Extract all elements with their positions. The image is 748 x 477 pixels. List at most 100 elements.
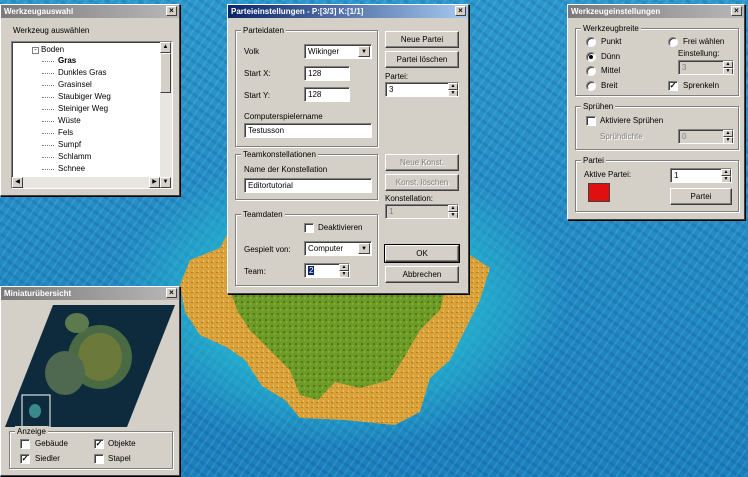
collapse-icon[interactable]: - (32, 47, 39, 54)
party-settings-dialog: Parteieinstellungen - P:[3/3] K:[1/1] × P… (227, 4, 469, 294)
tree-item[interactable]: Steiniger Weg (58, 104, 108, 114)
tree-item[interactable]: Gras (58, 56, 76, 66)
tree-connector (42, 145, 54, 146)
ok-button[interactable]: OK (384, 244, 460, 263)
radio-frei[interactable] (668, 37, 678, 47)
radio-punkt-label: Punkt (601, 37, 622, 46)
buildings-checkbox[interactable] (20, 439, 30, 449)
party-number-stepper[interactable]: 3 ▲ ▼ (385, 82, 459, 97)
close-icon[interactable]: × (731, 6, 742, 16)
delete-const-button[interactable]: Konst. löschen (385, 174, 459, 191)
close-icon[interactable]: × (166, 288, 177, 298)
startx-input[interactable]: 128 (304, 66, 350, 81)
tree-scrollbar[interactable]: ▲ ▼ (160, 42, 172, 188)
scroll-up-icon[interactable]: ▲ (160, 42, 171, 53)
team-stepper[interactable]: 2 ▲ ▼ (304, 263, 350, 278)
radio-mittel[interactable] (586, 66, 596, 76)
tree-item[interactable]: Schnee (58, 164, 85, 174)
spin-buttons[interactable]: ▲ ▼ (721, 169, 731, 182)
minimap-view[interactable] (5, 303, 175, 428)
spin-up-icon[interactable]: ▲ (723, 130, 733, 137)
spin-down-icon[interactable]: ▼ (448, 212, 458, 218)
tree-connector (42, 121, 54, 122)
scroll-right-icon[interactable]: ▶ (149, 177, 160, 188)
tool-settings-titlebar[interactable]: Werkzeugeinstellungen × (568, 5, 744, 18)
delete-party-button[interactable]: Partei löschen (385, 51, 459, 68)
scroll-left-icon[interactable]: ◀ (12, 177, 23, 188)
einstellung-stepper[interactable]: 3 ▲ ▼ (678, 60, 734, 75)
tree-item[interactable]: Grasinsel (58, 80, 92, 90)
chevron-down-icon[interactable]: ▼ (358, 46, 370, 57)
tree-item[interactable]: Staubiger Weg (58, 92, 111, 102)
const-stepper[interactable]: 1 ▲ ▼ (385, 204, 459, 219)
minimap-titlebar[interactable]: Miniaturübersicht × (1, 287, 179, 300)
deactivate-checkbox[interactable] (304, 223, 314, 233)
tree-connector (42, 109, 54, 110)
cpu-name-input[interactable]: Testusson (244, 123, 372, 138)
chevron-down-icon[interactable]: ▼ (358, 243, 370, 254)
spray-checkbox[interactable] (586, 116, 596, 126)
spin-up-icon[interactable]: ▲ (448, 83, 458, 90)
spin-up-icon[interactable]: ▲ (721, 169, 731, 176)
sprenkeln-checkbox[interactable]: ✓ (668, 81, 678, 91)
tree-item[interactable]: Dunkles Gras (58, 68, 106, 78)
tree-root[interactable]: - Boden (32, 45, 64, 55)
active-party-label: Aktive Partei: (584, 170, 632, 179)
tool-tree[interactable]: - Boden Gras Dunkles Gras Grasinsel Staubige… (11, 41, 173, 189)
tree-root-label: Boden (41, 45, 65, 54)
tree-connector (42, 169, 54, 170)
played-by-value: Computer (308, 244, 344, 253)
tool-selection-titlebar[interactable]: Werkzeugauswahl × (1, 5, 179, 18)
starty-input[interactable]: 128 (304, 87, 350, 102)
spin-buttons[interactable]: ▲ ▼ (723, 130, 733, 143)
group-label: Anzeige (15, 426, 48, 437)
radio-duenn[interactable] (586, 52, 596, 62)
spin-down-icon[interactable]: ▼ (448, 90, 458, 96)
const-label: Konstellation: (385, 194, 434, 203)
tree-item[interactable]: Schlamm (58, 152, 91, 162)
radio-punkt[interactable] (586, 37, 596, 47)
new-party-button[interactable]: Neue Partei (385, 31, 459, 48)
tree-item[interactable]: Wüste (58, 116, 81, 126)
spin-buttons[interactable]: ▲ ▼ (448, 83, 458, 96)
settlers-checkbox[interactable]: ✓ (20, 454, 30, 464)
spin-buttons[interactable]: ▲ ▼ (448, 205, 458, 218)
scroll-down-icon[interactable]: ▼ (160, 177, 171, 188)
cpu-name-label: Computerspielername (244, 112, 323, 121)
spin-buttons[interactable]: ▲ ▼ (339, 264, 349, 277)
tree-hscrollbar[interactable]: ◀ ▶ (12, 177, 160, 188)
spin-up-icon[interactable]: ▲ (339, 264, 349, 271)
starty-label: Start Y: (244, 91, 271, 100)
close-icon[interactable]: × (166, 6, 177, 16)
spray-density-value: 0 (682, 132, 687, 141)
tree-connector (42, 61, 54, 62)
active-party-stepper[interactable]: 1 ▲ ▼ (670, 168, 732, 183)
spray-density-stepper[interactable]: 0 ▲ ▼ (678, 129, 734, 144)
radio-breit[interactable] (586, 81, 596, 91)
spin-down-icon[interactable]: ▼ (723, 68, 733, 74)
played-by-select[interactable]: Computer ▼ (304, 241, 372, 256)
scroll-thumb[interactable] (160, 53, 171, 93)
tree-item[interactable]: Fels (58, 128, 73, 138)
team-label: Team: (244, 267, 266, 276)
close-icon[interactable]: × (455, 6, 466, 16)
new-const-button[interactable]: Neue Konst. (385, 154, 459, 171)
objects-checkbox[interactable]: ✓ (94, 439, 104, 449)
tree-connector (42, 97, 54, 98)
party-button[interactable]: Partei (670, 188, 732, 205)
const-name-input[interactable]: Editortutorial (244, 178, 372, 193)
tree-item[interactable]: Sumpf (58, 140, 81, 150)
spin-buttons[interactable]: ▲ ▼ (723, 61, 733, 74)
spin-down-icon[interactable]: ▼ (339, 271, 349, 277)
tool-select-label: Werkzeug auswählen (13, 26, 90, 35)
spin-down-icon[interactable]: ▼ (723, 137, 733, 143)
spin-up-icon[interactable]: ▲ (723, 61, 733, 68)
spin-up-icon[interactable]: ▲ (448, 205, 458, 212)
spin-down-icon[interactable]: ▼ (721, 176, 731, 182)
party-dialog-titlebar[interactable]: Parteieinstellungen - P:[3/3] K:[1/1] × (228, 5, 468, 18)
radio-duenn-label: Dünn (601, 52, 621, 61)
stacks-checkbox[interactable] (94, 454, 104, 464)
cancel-button[interactable]: Abbrechen (385, 266, 459, 283)
party-number-label: Partei: (385, 72, 409, 81)
volk-select[interactable]: Wikinger ▼ (304, 44, 372, 59)
